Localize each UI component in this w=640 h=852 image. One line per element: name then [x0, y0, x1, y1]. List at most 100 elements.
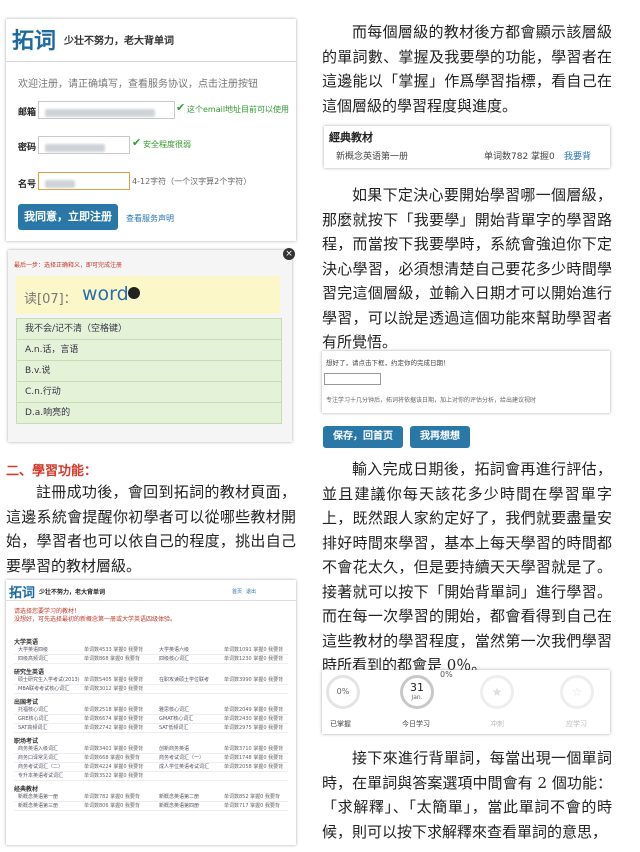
- book-stats[interactable]: 单词数2742 掌握0 我要背: [84, 724, 143, 731]
- book-name: 成人学位英语考试词汇: [159, 764, 210, 770]
- classic-item: 新概念英语第一册: [336, 152, 409, 162]
- right-para2: 如果下定決心要開始學習哪一個層級，那麼就按下「我要學」開始背單字的學習路程，而當…: [322, 183, 612, 355]
- month: Jan.: [411, 694, 423, 701]
- book-name: 新概念英语第一册: [18, 794, 59, 800]
- paragraph: 輸入完成日期後，拓詞會再進行評估，並且建議你每天該花多少時間在學習單字上，既然跟…: [322, 460, 612, 674]
- option-a[interactable]: A.n.话，言语: [17, 340, 281, 361]
- book-stats[interactable]: 单词数2049 掌握0 我要背: [224, 706, 283, 713]
- group-title: 经典教材: [14, 786, 39, 793]
- group-title: 出国考试: [14, 699, 39, 706]
- group-title: 大学英语: [14, 639, 39, 646]
- classic-stats: 单词数782 掌握0: [484, 152, 555, 162]
- email-label: 邮箱: [18, 108, 37, 118]
- book-name: 在职攻读硕士学位联考: [159, 677, 210, 683]
- classic-action[interactable]: 我要背: [564, 149, 591, 162]
- password-label: 密码: [18, 143, 37, 153]
- nav-home[interactable]: 首页: [232, 588, 242, 595]
- email-field[interactable]: [38, 101, 175, 119]
- book-row: 新概念英语第三册 单词数806 掌握0 我要背 新概念英语第四册 单词数717 掌握0…: [14, 802, 288, 811]
- group-title: 研究生英语: [14, 669, 45, 676]
- book-row: 商务英语入级词汇 单词数3401 掌握0 我要背 创新商务英语 单词数3710 掌握0…: [14, 745, 288, 754]
- option-b[interactable]: B.v.说: [17, 361, 281, 382]
- save-button[interactable]: 保存，回首页: [323, 426, 403, 448]
- password-ok: 安全程度很弱: [143, 140, 191, 149]
- label-sprint: 冲刺: [490, 720, 504, 728]
- paragraph: 註冊成功後，會回到拓詞的教材頁面，這邊系統會提醒你初學者可以從哪些教材開始，學習…: [6, 483, 296, 575]
- book-stats[interactable]: 单词数1230 掌握0 我要背: [224, 655, 283, 662]
- book-name: 商务考试词汇（一）: [159, 755, 205, 761]
- book-stats[interactable]: 单词数3710 掌握0 我要背: [224, 745, 283, 752]
- progress-panel: 0% 0% 31 Jan. ★ ☆ 已掌握 今日学习 冲刺 应学习: [322, 670, 610, 734]
- date-input[interactable]: [324, 373, 381, 385]
- think-button[interactable]: 我再想想: [410, 426, 470, 448]
- password-field[interactable]: [38, 136, 130, 154]
- sound-icon[interactable]: [128, 287, 140, 299]
- book-stats[interactable]: 单词数1091 掌握0 我要背: [224, 646, 283, 653]
- book-stats[interactable]: 单词数6674 掌握0 我要背: [84, 715, 143, 722]
- book-name: GMAT核心词汇: [159, 716, 194, 722]
- book-row: 新概念英语第一册 单词数782 掌握0 我要背 新概念英语第二册 单词数852 掌握0…: [14, 793, 288, 802]
- book-stats[interactable]: 单词数5405 掌握0 我要背: [84, 676, 143, 683]
- book-header: 拓词 少壮不努力，老大背单词 首页 退出: [6, 580, 296, 601]
- date-panel: 想好了，请点击下框，约定你的完成日期！ 专注学习十几分钟后，拓词将依据该日期，加…: [322, 351, 610, 413]
- sprint-ring: ★: [480, 675, 514, 709]
- book-name: 大学英语六级: [159, 647, 190, 653]
- book-name: GRE核心词汇: [18, 716, 49, 722]
- book-name: 新概念英语第三册: [18, 803, 59, 809]
- notice: 请选择您要学习的教材！ 没想好，可先选择最初的新概念第一册或大学英语四级体验。: [14, 608, 176, 624]
- book-name: 创新商务英语: [159, 746, 190, 752]
- date-prompt: 想好了，请点击下框，约定你的完成日期！: [326, 359, 450, 367]
- book-name: SAT低频词汇: [159, 725, 189, 731]
- book-stats[interactable]: 单词数3401 掌握0 我要背: [84, 745, 143, 752]
- book-name: 专升本英语考试词汇: [18, 773, 64, 779]
- book-row: 商务考试词汇（二） 单词数4224 掌握0 我要背 成人学位英语考试词汇 单词数205…: [14, 763, 288, 772]
- option-unknown[interactable]: 我不会/记不清（空格键）: [17, 319, 281, 340]
- label-mastered: 已掌握: [330, 720, 351, 728]
- book-stats[interactable]: 单词数806 掌握0 我要背: [84, 802, 140, 809]
- book-stats[interactable]: 单词数2975 掌握0 我要背: [224, 724, 283, 731]
- book-stats[interactable]: 单词数3990 掌握0 我要背: [224, 676, 283, 683]
- quiz-panel: 最后一步：选择正确释义，即可完成注册 读[07]： word 我不会/记不清（空…: [8, 250, 292, 442]
- paragraph: 而每個層級的教材後方都會顯示該層級的單詞數、掌握及我要學的功能，學習者在這邊能以…: [322, 23, 612, 115]
- option-c[interactable]: C.n.行动: [17, 382, 281, 403]
- book-stats[interactable]: 单词数668 掌握0 我要背: [84, 754, 140, 761]
- trophy-ring: ☆: [560, 675, 594, 709]
- book-stats[interactable]: 单词数2058 掌握0 我要背: [224, 763, 283, 770]
- book-name: 商务英语入级词汇: [18, 746, 59, 752]
- book-stats[interactable]: 单词数3522 掌握0 我要背: [84, 772, 143, 779]
- book-stats[interactable]: 单词数4224 掌握0 我要背: [84, 763, 143, 770]
- calendar-ring: 31 Jan.: [400, 675, 434, 709]
- book-stats[interactable]: 单词数2518 掌握0 我要背: [84, 706, 143, 713]
- book-name: 大学英语四级: [18, 647, 49, 653]
- book-name: 四级高频词汇: [18, 656, 49, 662]
- close-icon[interactable]: ×: [283, 248, 295, 260]
- book-name: 新概念英语第四册: [159, 803, 200, 809]
- book-stats[interactable]: 单词数852 掌握0 我要背: [224, 793, 280, 800]
- paragraph: 接下來進行背單詞，每當出現一個單詞時，在單詞與答案選項中間會有 2 個功能：「求…: [322, 749, 612, 841]
- option-list: 我不会/记不清（空格键） A.n.话，言语 B.v.说 C.n.行动 D.a.响…: [16, 318, 282, 424]
- terms-link[interactable]: 查看服务声明: [126, 213, 174, 224]
- book-stats[interactable]: 单词数1748 掌握0 我要背: [224, 754, 283, 761]
- book-groups: 大学英语 大学英语四级 单词数4533 掌握0 我要背 大学英语六级 单词数1091 掌…: [14, 634, 288, 811]
- book-stats[interactable]: 单词数2430 掌握0 我要背: [224, 715, 283, 722]
- day: 31: [410, 681, 424, 694]
- book-name: 硕士研究生入学考试(2013): [18, 677, 80, 683]
- nav-logout[interactable]: 退出: [246, 588, 256, 595]
- option-d[interactable]: D.a.响亮的: [17, 403, 281, 423]
- book-name: 商务口译常见词汇: [18, 755, 59, 761]
- runner-icon: ★: [491, 685, 503, 699]
- book-stats[interactable]: 单词数3012 掌握0 我要背: [84, 685, 143, 692]
- book-row: 硕士研究生入学考试(2013) 单词数5405 掌握0 我要背 在职攻读硕士学位联考…: [14, 676, 288, 685]
- book-stats[interactable]: 单词数717 掌握0 我要背: [224, 802, 280, 809]
- book-stats[interactable]: 单词数4533 掌握0 我要背: [84, 646, 143, 653]
- book-stats[interactable]: 单词数782 掌握0 我要背: [84, 793, 140, 800]
- register-button[interactable]: 我同意，立即注册: [18, 204, 118, 230]
- book-stats[interactable]: 单词数868 掌握0 我要背: [84, 655, 140, 662]
- book-row: 大学英语四级 单词数4533 掌握0 我要背 大学英语六级 单词数1091 掌握0 我…: [14, 646, 288, 655]
- name-field[interactable]: [38, 172, 130, 190]
- check-icon: ✔: [132, 136, 142, 149]
- email-ok: 这个email地址目前可以使用: [187, 105, 290, 114]
- book-name: SAT高频词汇: [18, 725, 48, 731]
- notice-line: 请选择您要学习的教材！: [14, 608, 81, 615]
- book-row: SAT高频词汇 单词数2742 掌握0 我要背 SAT低频词汇 单词数2975 掌握0…: [14, 724, 288, 733]
